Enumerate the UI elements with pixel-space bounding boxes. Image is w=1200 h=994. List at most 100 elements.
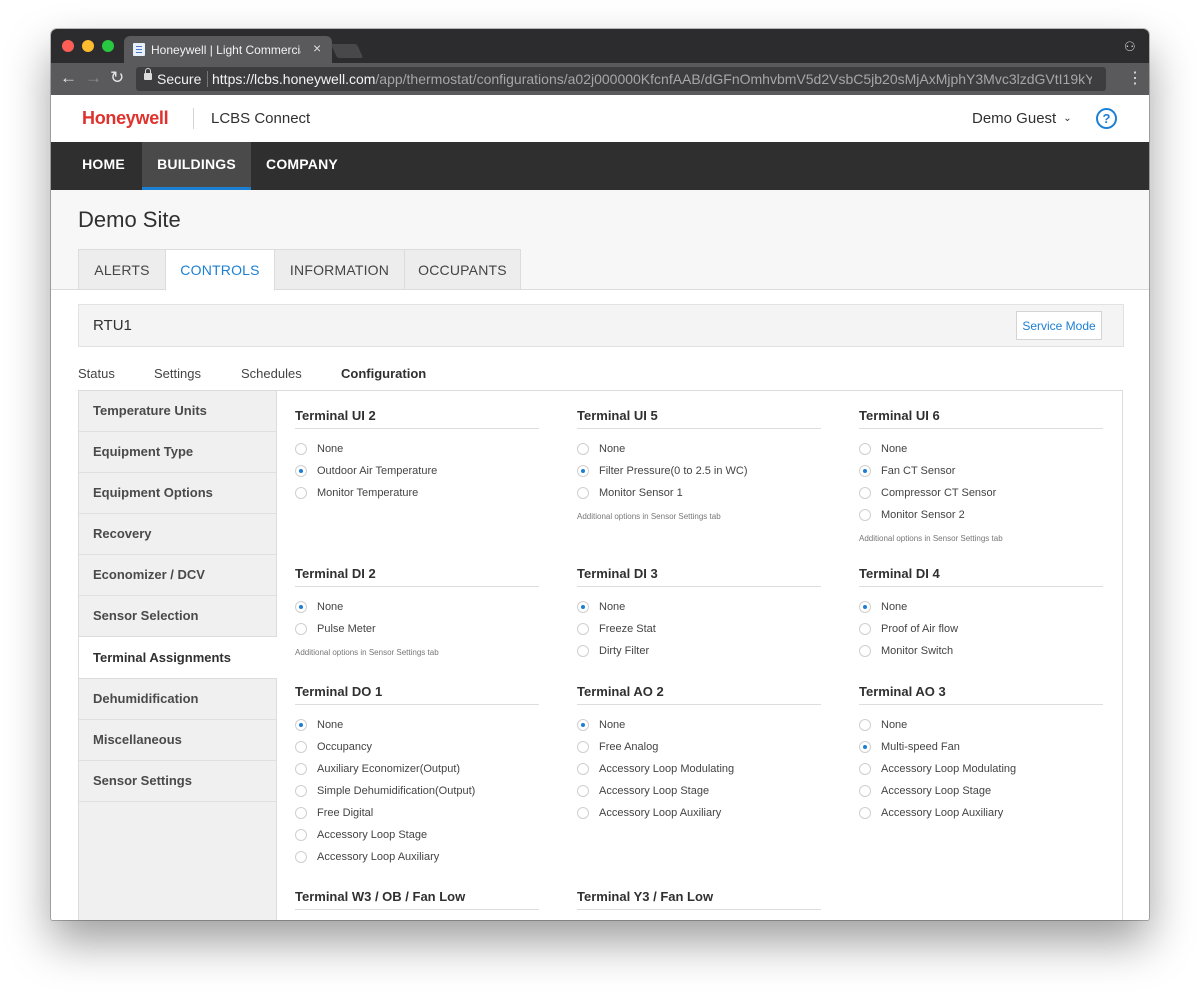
radio-unselected-icon[interactable] [859,623,871,635]
radio-unselected-icon[interactable] [859,785,871,797]
sidebar-item-sensor-settings[interactable]: Sensor Settings [79,761,276,802]
radio-option[interactable]: Filter Pressure(0 to 2.5 in WC) [577,465,821,487]
sidebar-item-equipment-options[interactable]: Equipment Options [79,473,276,514]
browser-tab[interactable]: Honeywell | Light Commercial × [124,36,332,63]
radio-unselected-icon[interactable] [577,623,589,635]
radio-unselected-icon[interactable] [577,487,589,499]
radio-option[interactable]: Accessory Loop Stage [859,785,1103,807]
subtab-configuration[interactable]: Configuration [341,366,427,393]
nav-company[interactable]: COMPANY [251,142,353,190]
radio-option[interactable]: Free Analog [577,741,821,763]
radio-option[interactable]: Free Digital [295,807,539,829]
service-mode-button[interactable]: Service Mode [1016,311,1102,340]
radio-selected-icon[interactable] [295,719,307,731]
close-tab-icon[interactable]: × [313,40,321,56]
radio-option[interactable]: Compressor CT Sensor [859,487,1103,509]
radio-option[interactable]: None [295,601,539,623]
tab-information[interactable]: INFORMATION [274,249,405,290]
maximize-window-button[interactable] [102,40,114,52]
radio-unselected-icon[interactable] [295,443,307,455]
radio-option[interactable]: Pulse Meter [295,623,539,645]
radio-unselected-icon[interactable] [859,807,871,819]
radio-option[interactable]: Monitor Sensor 2 [859,509,1103,531]
radio-unselected-icon[interactable] [295,785,307,797]
radio-option[interactable]: None [859,719,1103,741]
reload-icon[interactable]: ↻ [110,68,124,88]
radio-option[interactable]: None [577,719,821,741]
radio-unselected-icon[interactable] [295,851,307,863]
browser-menu-icon[interactable]: ⋮ [1127,68,1143,88]
radio-option[interactable]: Accessory Loop Auxiliary [295,851,539,873]
close-window-button[interactable] [62,40,74,52]
radio-selected-icon[interactable] [577,465,589,477]
radio-option[interactable]: Fan CT Sensor [859,465,1103,487]
user-menu[interactable]: Demo Guest ⌄ [972,110,1072,127]
url-text[interactable]: https://lcbs.honeywell.com/app/thermosta… [212,71,1092,87]
sidebar-item-equipment-type[interactable]: Equipment Type [79,432,276,473]
radio-option[interactable]: Accessory Loop Modulating [577,763,821,785]
sidebar-item-dehumidification[interactable]: Dehumidification [79,679,276,720]
radio-option[interactable]: Proof of Air flow [859,623,1103,645]
radio-unselected-icon[interactable] [577,443,589,455]
subtab-status[interactable]: Status [78,366,115,390]
radio-option[interactable]: Monitor Sensor 1 [577,487,821,509]
tab-controls[interactable]: CONTROLS [165,249,275,291]
radio-option[interactable]: None [859,443,1103,465]
radio-option[interactable]: Simple Dehumidification(Output) [295,785,539,807]
radio-unselected-icon[interactable] [295,487,307,499]
radio-option[interactable]: Monitor Temperature [295,487,539,509]
radio-option[interactable]: None [295,443,539,465]
radio-unselected-icon[interactable] [859,509,871,521]
radio-unselected-icon[interactable] [577,741,589,753]
radio-unselected-icon[interactable] [859,763,871,775]
radio-option[interactable]: Outdoor Air Temperature [295,465,539,487]
sidebar-item-miscellaneous[interactable]: Miscellaneous [79,720,276,761]
radio-unselected-icon[interactable] [295,741,307,753]
minimize-window-button[interactable] [82,40,94,52]
sidebar-item-terminal-assignments[interactable]: Terminal Assignments [79,636,277,679]
radio-unselected-icon[interactable] [859,443,871,455]
subtab-schedules[interactable]: Schedules [241,366,302,390]
sidebar-item-recovery[interactable]: Recovery [79,514,276,555]
radio-option[interactable]: Monitor Switch [859,645,1103,667]
radio-option[interactable]: None [859,601,1103,623]
radio-option[interactable]: Accessory Loop Modulating [859,763,1103,785]
honeywell-logo[interactable]: Honeywell [82,108,169,129]
radio-unselected-icon[interactable] [295,623,307,635]
radio-option[interactable]: Auxiliary Economizer(Output) [295,763,539,785]
radio-option[interactable]: Accessory Loop Auxiliary [577,807,821,829]
radio-selected-icon[interactable] [859,465,871,477]
radio-option[interactable]: None [577,443,821,465]
sidebar-item-temperature-units[interactable]: Temperature Units [79,391,276,432]
nav-home[interactable]: HOME [65,142,142,190]
radio-unselected-icon[interactable] [577,645,589,657]
radio-unselected-icon[interactable] [859,719,871,731]
radio-unselected-icon[interactable] [295,829,307,841]
sidebar-item-economizer-dcv[interactable]: Economizer / DCV [79,555,276,596]
radio-selected-icon[interactable] [295,601,307,613]
forward-arrow-icon[interactable]: → [85,68,102,88]
radio-unselected-icon[interactable] [295,807,307,819]
radio-selected-icon[interactable] [859,741,871,753]
radio-option[interactable]: None [577,601,821,623]
radio-option[interactable]: Accessory Loop Auxiliary [859,807,1103,829]
radio-option[interactable]: Dirty Filter [577,645,821,667]
tab-alerts[interactable]: ALERTS [78,249,166,290]
nav-buildings[interactable]: BUILDINGS [142,142,251,190]
radio-unselected-icon[interactable] [577,807,589,819]
tab-occupants[interactable]: OCCUPANTS [404,249,521,290]
radio-selected-icon[interactable] [577,601,589,613]
radio-selected-icon[interactable] [577,719,589,731]
radio-selected-icon[interactable] [295,465,307,477]
subtab-settings[interactable]: Settings [154,366,201,390]
radio-option[interactable]: Occupancy [295,741,539,763]
back-arrow-icon[interactable]: ← [60,68,77,88]
radio-option[interactable]: Accessory Loop Stage [295,829,539,851]
radio-unselected-icon[interactable] [295,763,307,775]
radio-option[interactable]: Accessory Loop Stage [577,785,821,807]
radio-unselected-icon[interactable] [859,487,871,499]
radio-option[interactable]: None [295,719,539,741]
help-icon[interactable]: ? [1096,108,1117,129]
radio-unselected-icon[interactable] [577,785,589,797]
radio-option[interactable]: Freeze Stat [577,623,821,645]
